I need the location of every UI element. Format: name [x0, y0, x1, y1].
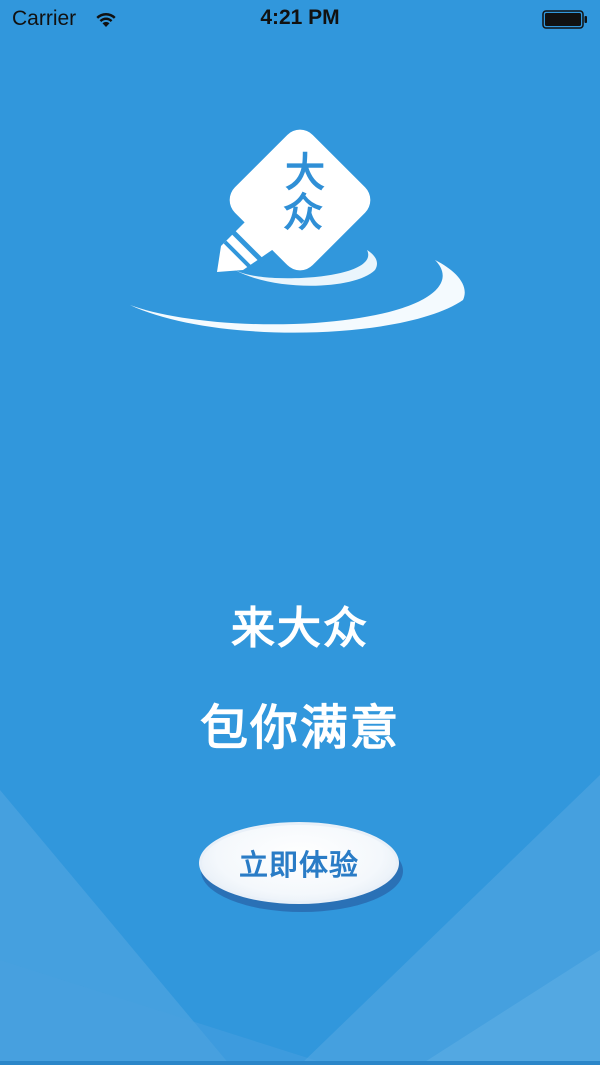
- app-logo: 大 众: [125, 120, 470, 350]
- bottom-edge: [0, 1061, 600, 1065]
- try-now-label: 立即体验: [238, 848, 359, 882]
- status-bar: Carrier 4:21 PM: [0, 0, 600, 40]
- slogan-line2: 包你满意: [199, 700, 400, 756]
- logo-text-line2: 众: [283, 190, 323, 236]
- splash-screen: Carrier 4:21 PM 大 众 来大众 包你满意 立即体验: [0, 0, 600, 1065]
- status-time: 4:21 PM: [260, 6, 340, 29]
- slogan-line1: 来大众: [231, 603, 369, 654]
- battery-full-icon: [542, 10, 587, 29]
- try-now-button[interactable]: 立即体验: [199, 822, 399, 904]
- cta-container: 立即体验: [195, 820, 409, 916]
